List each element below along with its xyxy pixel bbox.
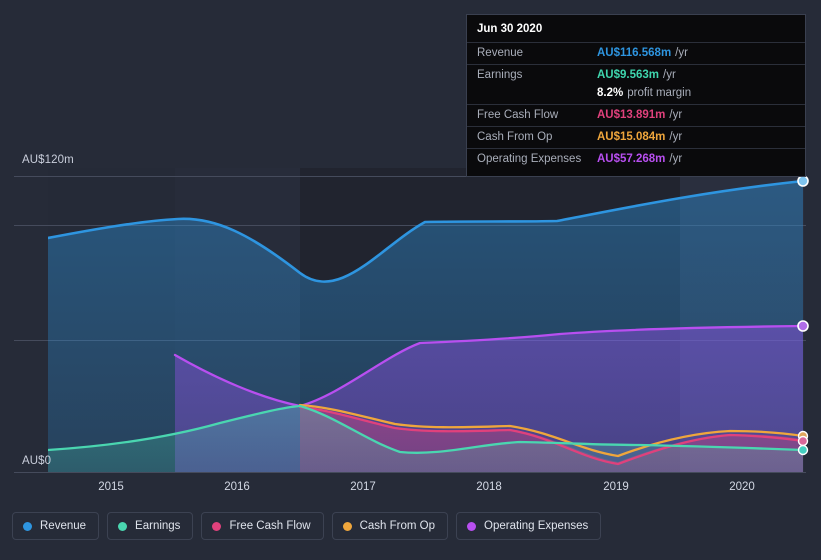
endpoint-free-cash-flow bbox=[797, 435, 809, 447]
legend-dot-free-cash-flow-icon bbox=[212, 521, 222, 531]
legend-item-earnings[interactable]: Earnings bbox=[107, 512, 194, 540]
x-tick-2018: 2018 bbox=[476, 481, 502, 493]
legend-item-operating-expenses[interactable]: Operating Expenses bbox=[456, 512, 602, 540]
x-tick-2017: 2017 bbox=[350, 481, 376, 493]
tooltip-label-profit-margin: profit margin bbox=[627, 87, 692, 99]
legend-dot-operating-expenses-icon bbox=[467, 521, 477, 531]
x-tick-2020: 2020 bbox=[729, 481, 755, 493]
x-tick-2019: 2019 bbox=[603, 481, 629, 493]
chart-legend: Revenue Earnings Free Cash Flow Cash Fro… bbox=[12, 512, 602, 540]
tooltip-label-earnings: Earnings bbox=[477, 69, 523, 81]
tooltip-unit-cash-from-op: /yr bbox=[669, 131, 683, 143]
legend-dot-earnings-icon bbox=[118, 521, 128, 531]
tooltip-value-operating-expenses: AU$57.268m bbox=[597, 153, 666, 165]
tooltip-row-operating-expenses: Operating Expenses AU$57.268m /yr bbox=[467, 148, 805, 170]
legend-item-free-cash-flow[interactable]: Free Cash Flow bbox=[201, 512, 324, 540]
legend-label-free-cash-flow: Free Cash Flow bbox=[229, 520, 311, 532]
tooltip-value-profit-margin: 8.2% bbox=[597, 87, 624, 99]
tooltip-date: Jun 30 2020 bbox=[477, 23, 543, 35]
legend-item-cash-from-op[interactable]: Cash From Op bbox=[331, 512, 449, 540]
legend-item-revenue[interactable]: Revenue bbox=[12, 512, 100, 540]
tooltip-unit-earnings: /yr bbox=[663, 69, 676, 81]
legend-dot-cash-from-op-icon bbox=[342, 521, 352, 531]
financial-chart-screenshot: AU$120m AU$0 2015 2016 2017 2018 2019 20… bbox=[0, 0, 821, 560]
tooltip-row-profit-margin: 8.2% profit margin bbox=[467, 86, 805, 104]
tooltip-row-free-cash-flow: Free Cash Flow AU$13.891m /yr bbox=[467, 104, 805, 126]
tooltip-label-revenue: Revenue bbox=[477, 47, 524, 59]
tooltip-row-earnings: Earnings AU$9.563m /yr bbox=[467, 64, 805, 86]
tooltip-value-cash-from-op: AU$15.084m bbox=[597, 131, 666, 143]
x-tick-2015: 2015 bbox=[98, 481, 124, 493]
data-tooltip: Jun 30 2020 Revenue AU$116.568m /yr Earn… bbox=[466, 14, 806, 177]
tooltip-label-free-cash-flow: Free Cash Flow bbox=[477, 109, 559, 121]
endpoint-earnings bbox=[797, 444, 809, 456]
y-axis-top-label: AU$120m bbox=[22, 154, 74, 166]
tooltip-value-revenue: AU$116.568m bbox=[597, 47, 672, 59]
legend-label-earnings: Earnings bbox=[135, 520, 181, 532]
tooltip-unit-free-cash-flow: /yr bbox=[669, 109, 683, 121]
y-axis-bottom-label: AU$0 bbox=[22, 455, 52, 467]
legend-label-operating-expenses: Operating Expenses bbox=[484, 520, 589, 532]
endpoint-revenue bbox=[797, 175, 809, 187]
tooltip-row-cash-from-op: Cash From Op AU$15.084m /yr bbox=[467, 126, 805, 148]
tooltip-value-free-cash-flow: AU$13.891m bbox=[597, 109, 666, 121]
tooltip-value-earnings: AU$9.563m bbox=[597, 69, 660, 81]
endpoint-opex bbox=[797, 320, 809, 332]
legend-label-revenue: Revenue bbox=[40, 520, 87, 532]
tooltip-label-cash-from-op: Cash From Op bbox=[477, 131, 553, 143]
x-tick-2016: 2016 bbox=[224, 481, 250, 493]
tooltip-unit-operating-expenses: /yr bbox=[669, 153, 683, 165]
tooltip-unit-revenue: /yr bbox=[675, 47, 688, 59]
tooltip-label-operating-expenses: Operating Expenses bbox=[477, 153, 582, 165]
legend-label-cash-from-op: Cash From Op bbox=[359, 520, 436, 532]
tooltip-row-revenue: Revenue AU$116.568m /yr bbox=[467, 42, 805, 64]
legend-dot-revenue-icon bbox=[23, 521, 32, 531]
